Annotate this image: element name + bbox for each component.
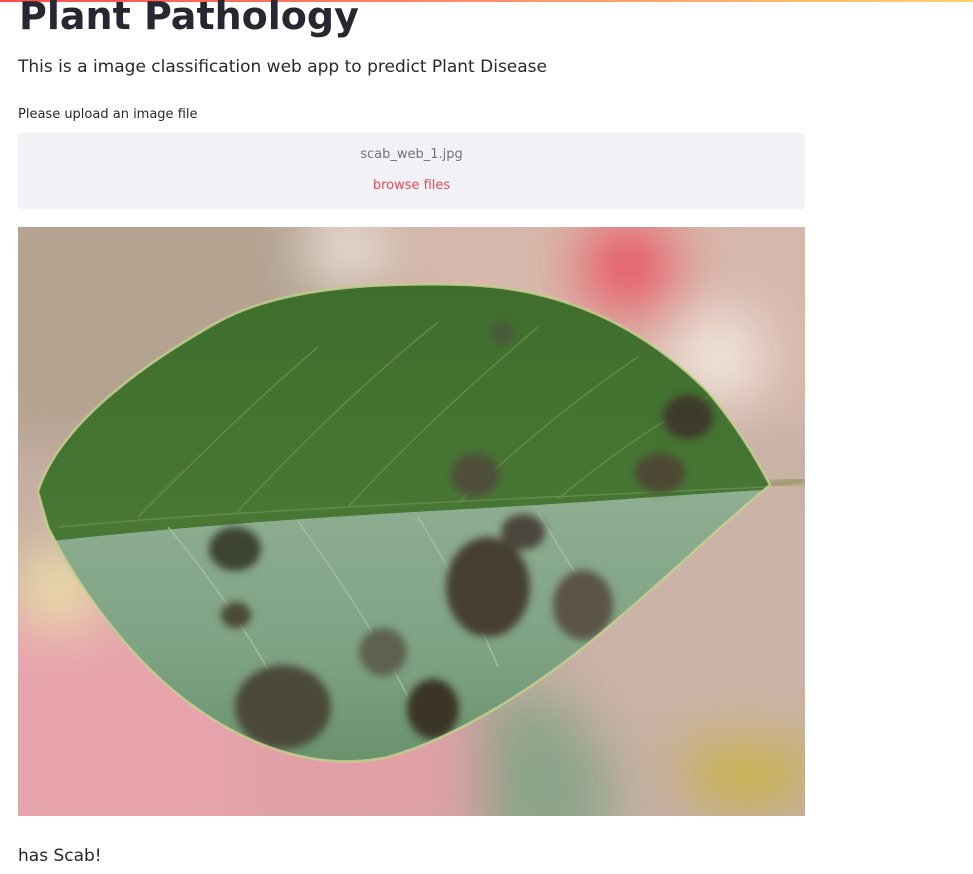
uploaded-file-name: scab_web_1.jpg [360, 147, 463, 162]
page-title: Plant Pathology [19, 0, 359, 38]
file-uploader-dropzone[interactable]: scab_web_1.jpg browse files [18, 133, 805, 209]
page-subtitle: This is a image classification web app t… [18, 57, 547, 77]
prediction-result: has Scab! [18, 846, 102, 866]
uploaded-leaf-image [18, 227, 805, 816]
file-uploader-label: Please upload an image file [18, 107, 198, 122]
browse-files-link[interactable]: browse files [18, 178, 805, 193]
